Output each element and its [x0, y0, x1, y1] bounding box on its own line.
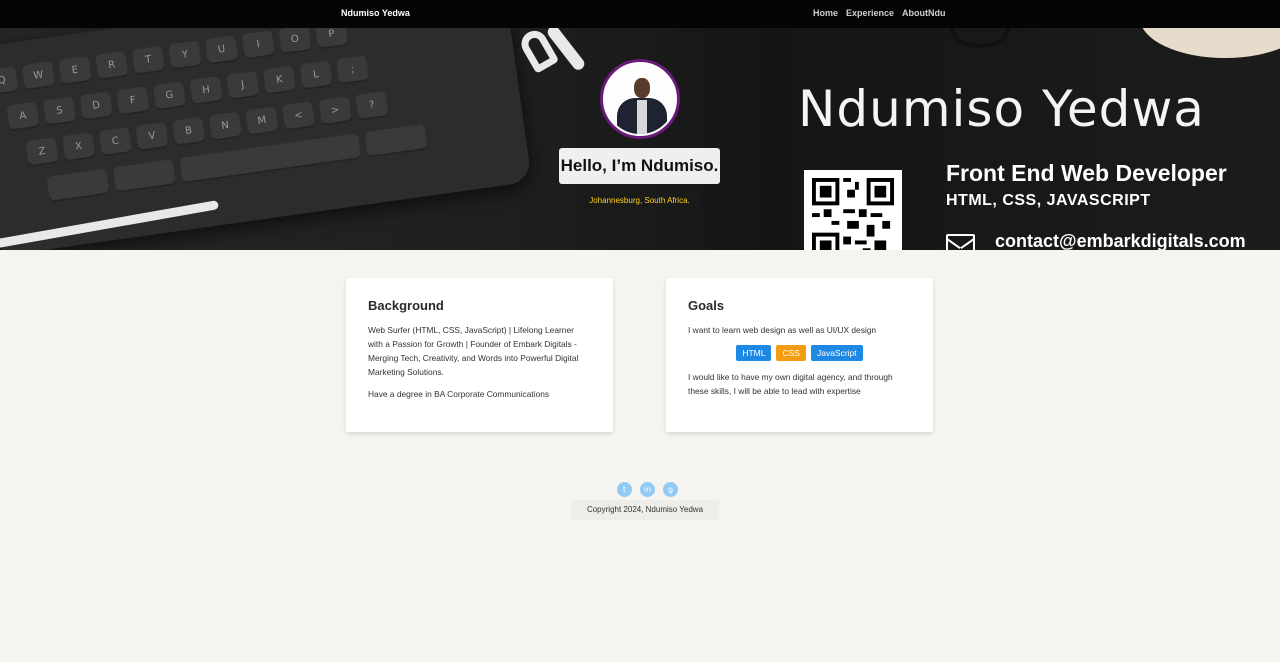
keyboard-key: H	[189, 75, 223, 106]
keyboard-key: D	[79, 91, 113, 122]
keyboard-key: M	[245, 106, 279, 137]
nav-link-about[interactable]: AboutNdu	[902, 8, 945, 18]
qr-code	[804, 170, 902, 250]
card-paragraph: Web Surfer (HTML, CSS, JavaScript) | Lif…	[368, 325, 579, 377]
nav-links: Home Experience AboutNdu	[813, 8, 946, 18]
banner-role: Front End Web Developer	[946, 160, 1227, 186]
nav-link-experience[interactable]: Experience	[846, 8, 894, 18]
copyright-text: Copyright 2024, Ndumiso Yedwa	[571, 500, 719, 520]
banner-name: Ndumiso Yedwa	[798, 80, 1205, 138]
location-text: Johannesburg, South Africa.	[578, 192, 701, 210]
nav-link-home[interactable]: Home	[813, 8, 838, 18]
card-title: Background	[368, 298, 444, 313]
tag-javascript: JavaScript	[810, 345, 863, 361]
keyboard-key	[364, 123, 428, 158]
keyboard-key	[112, 159, 177, 194]
keyboard-key: E	[58, 55, 92, 86]
card-paragraph: I would like to have my own digital agen…	[688, 372, 893, 396]
social-links: t in g	[617, 482, 678, 497]
keyboard-key: Y	[168, 40, 202, 71]
keyboard-key: V	[135, 121, 169, 152]
banner-skills: HTML, CSS, JAVASCRIPT	[946, 192, 1151, 209]
keyboard-key: Z	[25, 137, 59, 168]
keyboard-key: F	[116, 86, 150, 117]
top-navbar: Ndumiso Yedwa Home Experience AboutNdu	[0, 0, 1280, 28]
keyboard-key: <	[281, 101, 316, 132]
card-paragraph: I want to learn web design as well as UI…	[688, 325, 877, 335]
tag-html: HTML	[736, 345, 772, 361]
banner-contact-email: contact@embarkdigitals.com	[995, 231, 1246, 250]
envelope-icon	[946, 234, 975, 250]
avatar-shirt	[637, 100, 647, 134]
keyboard-key: X	[62, 132, 96, 163]
skill-tags: HTML CSS JavaScript	[688, 345, 911, 361]
twitter-icon[interactable]: t	[617, 482, 632, 497]
hero-banner: Q W E R T Y U I O P A S D F G H J K L ; …	[0, 28, 1280, 250]
background-card: Background Web Surfer (HTML, CSS, JavaSc…	[346, 278, 613, 432]
keyboard-key: I	[241, 30, 276, 61]
avatar-photo	[605, 64, 675, 134]
keyboard-key: R	[95, 50, 129, 81]
keyboard-key: O	[278, 28, 312, 55]
keyboard-key: S	[42, 96, 77, 127]
keyboard-key: Q	[0, 66, 19, 97]
card-paragraph: Have a degree in BA Corporate Communicat…	[368, 389, 550, 399]
keyboard-key: ;	[336, 55, 370, 86]
keyboard-key: T	[131, 45, 166, 76]
keyboard-key	[46, 168, 110, 203]
github-icon[interactable]: g	[663, 482, 678, 497]
keyboard-key: ?	[355, 90, 389, 121]
qr-code-icon	[812, 178, 894, 250]
linkedin-icon[interactable]: in	[640, 482, 655, 497]
keyboard-key: P	[314, 28, 349, 50]
keyboard-key: G	[152, 81, 187, 111]
keyboard-key: N	[208, 111, 243, 142]
keyboard-key: A	[6, 101, 40, 132]
keyboard-key: J	[226, 70, 260, 101]
keyboard-key: B	[172, 116, 206, 147]
keyboard-key: C	[98, 127, 133, 157]
keyboard-key: K	[262, 65, 297, 96]
brand-logo-text[interactable]: Ndumiso Yedwa	[341, 8, 410, 18]
greeting-heading: Hello, I’m Ndumiso.	[559, 148, 720, 184]
keyboard-key: >	[318, 96, 352, 127]
avatar-head	[634, 78, 650, 98]
keyboard-key: U	[205, 35, 239, 66]
goals-card: Goals I want to learn web design as well…	[666, 278, 933, 432]
tag-css: CSS	[776, 345, 806, 361]
card-title: Goals	[688, 298, 725, 313]
keyboard-key: W	[21, 61, 56, 92]
keyboard-key: L	[299, 60, 333, 91]
avatar	[600, 59, 680, 139]
